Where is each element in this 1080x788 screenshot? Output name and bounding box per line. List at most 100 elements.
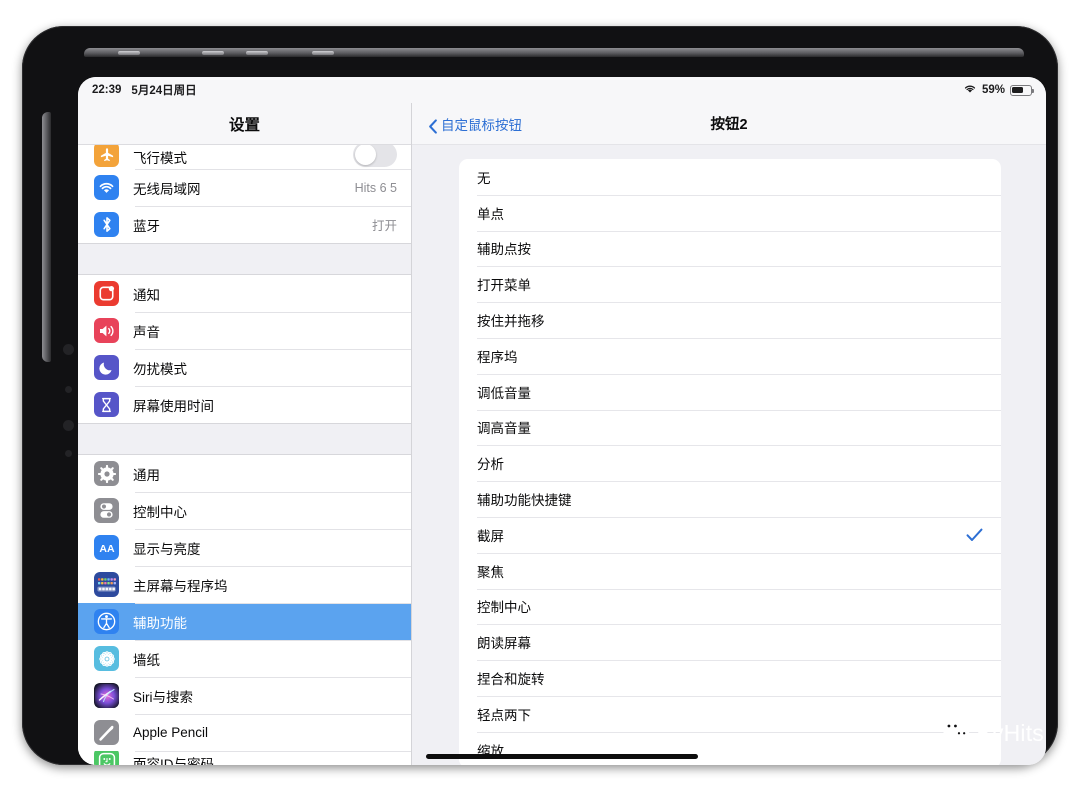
sidebar-group-separator <box>78 423 411 455</box>
option-row-打开菜单[interactable]: 打开菜单 <box>459 266 1001 302</box>
sidebar-item-label: 飞行模式 <box>133 151 187 166</box>
left-bezel-sensor-1 <box>63 344 74 355</box>
sidebar-title: 设置 <box>228 116 260 134</box>
hourglass-icon <box>94 392 119 417</box>
sidebar-item-屏幕使用时间[interactable]: 屏幕使用时间 <box>78 386 411 423</box>
airplane-icon <box>94 145 119 167</box>
notifications-icon <box>94 281 119 306</box>
device-left-edge <box>42 112 51 362</box>
option-row-聚焦[interactable]: 聚焦 <box>459 552 1001 589</box>
airplane-mode-toggle[interactable] <box>353 145 397 167</box>
face-id-icon <box>94 751 119 765</box>
option-label: 聚焦 <box>477 564 504 580</box>
checkmark-icon <box>966 528 983 542</box>
watermark: ByHits <box>941 718 1044 749</box>
option-label: 轻点两下 <box>477 707 531 723</box>
option-row-朗读屏幕[interactable]: 朗读屏幕 <box>459 624 1001 660</box>
sidebar-scroll-area[interactable]: 飞行模式无线局域网 Hits 6 5 蓝牙 打开通知 声音 勿扰模式屏幕使用时间 通用控制中… <box>78 145 411 765</box>
status-bar-right: 59% <box>963 83 1034 97</box>
option-label: 分析 <box>477 457 504 473</box>
top-edge-button-1 <box>118 51 140 55</box>
sidebar-item-label: 通用 <box>133 467 160 483</box>
sidebar-item-value: 打开 <box>371 219 397 233</box>
back-button[interactable]: 自定鼠标按钮 <box>428 114 522 134</box>
sidebar-group-separator <box>78 243 411 275</box>
option-list-card: 无单点辅助点按打开菜单按住并拖移程序坞调低音量调高音量分析辅助功能快捷键 截屏聚焦… <box>459 159 1001 765</box>
sidebar-item-label: 辅助功能 <box>133 615 187 631</box>
battery-percent-label: 59% <box>981 84 1005 96</box>
option-label: 辅助点按 <box>477 242 531 258</box>
sidebar-item-通知[interactable]: 通知 <box>78 275 411 312</box>
sidebar-item-蓝牙[interactable]: 蓝牙 打开 <box>78 206 411 243</box>
sidebar-item-辅助功能[interactable]: 辅助功能 <box>78 603 411 640</box>
option-row-辅助功能快捷键[interactable]: 辅助功能快捷键 <box>459 481 1001 517</box>
sidebar-group: 飞行模式无线局域网 Hits 6 5 蓝牙 打开 <box>78 145 411 243</box>
option-row-调低音量[interactable]: 调低音量 <box>459 373 1001 410</box>
option-row-控制中心[interactable]: 控制中心 <box>459 588 1001 625</box>
option-label: 打开菜单 <box>477 278 531 294</box>
detail-navigation-bar: 自定鼠标按钮 按钮2 <box>412 103 1046 145</box>
sidebar-item-label: 显示与亮度 <box>133 541 201 557</box>
home-indicator[interactable] <box>426 754 698 759</box>
watermark-text: ByHits <box>976 720 1044 746</box>
sidebar-item-声音[interactable]: 声音 <box>78 312 411 349</box>
option-label: 程序坞 <box>477 349 518 365</box>
option-row-轻点两下[interactable]: 轻点两下 <box>459 695 1001 732</box>
sidebar-item-勿扰模式[interactable]: 勿扰模式 <box>78 349 411 386</box>
option-row-调高音量[interactable]: 调高音量 <box>459 409 1001 446</box>
sidebar-item-label: 控制中心 <box>133 504 187 520</box>
bluetooth-icon <box>94 212 119 237</box>
sidebar-item-label: 主屏幕与程序坞 <box>133 578 228 594</box>
toggle-knob <box>355 145 376 165</box>
sidebar-item-Apple Pencil[interactable]: Apple Pencil <box>78 714 411 751</box>
battery-icon <box>1010 84 1034 96</box>
option-label: 按住并拖移 <box>477 314 545 330</box>
sidebar-item-label: Apple Pencil <box>133 725 209 740</box>
option-label: 捏合和旋转 <box>477 672 545 688</box>
sidebar-item-显示与亮度[interactable]: AA 显示与亮度 <box>78 529 411 566</box>
sidebar-item-label: 无线局域网 <box>133 181 201 197</box>
sidebar-item-墙纸[interactable]: 墙纸 <box>78 640 411 677</box>
option-row-按住并拖移[interactable]: 按住并拖移 <box>459 302 1001 338</box>
left-bezel-sensor-3 <box>63 420 74 431</box>
option-row-捏合和旋转[interactable]: 捏合和旋转 <box>459 660 1001 696</box>
sidebar-item-控制中心[interactable]: 控制中心 <box>78 492 411 529</box>
split-view: 设置 飞行模式 无线局域网 Hits 6 5 蓝牙 打开 通知 声音 勿扰模式 屏幕使用时间 通用… <box>78 103 1046 765</box>
ipad-screen: 22:39 5月24日周日 59% 设置 飞行模式 无线局域网 Hits 6 5… <box>78 77 1046 765</box>
sidebar-item-Siri与搜索[interactable]: Siri与搜索 <box>78 677 411 714</box>
option-row-分析[interactable]: 分析 <box>459 445 1001 481</box>
option-row-缩放[interactable]: 缩放 <box>459 731 1001 765</box>
option-label: 调高音量 <box>477 421 531 437</box>
sidebar-item-通用[interactable]: 通用 <box>78 455 411 492</box>
option-row-无[interactable]: 无 <box>459 159 1001 195</box>
status-time: 22:39 <box>92 84 122 96</box>
sidebar-item-label: 墙纸 <box>133 652 160 668</box>
detail-scroll-area[interactable]: 无单点辅助点按打开菜单按住并拖移程序坞调低音量调高音量分析辅助功能快捷键 截屏聚焦… <box>412 145 1046 765</box>
battery-cap <box>1032 89 1034 93</box>
ipad-device-frame: 22:39 5月24日周日 59% 设置 飞行模式 无线局域网 Hits 6 5… <box>22 26 1058 765</box>
chevron-left-icon <box>428 118 438 134</box>
top-edge-button-4 <box>312 51 334 55</box>
sidebar-item-value: Hits 6 5 <box>354 180 397 195</box>
back-button-label: 自定鼠标按钮 <box>441 117 522 133</box>
option-row-单点[interactable]: 单点 <box>459 194 1001 231</box>
sidebar-group: 通用控制中心 AA 显示与亮度主屏幕与程序坞 辅助功能墙纸 Siri与搜索 Apple P… <box>78 455 411 765</box>
status-bar: 22:39 5月24日周日 59% <box>78 77 1046 103</box>
left-bezel-sensor-4 <box>65 450 72 457</box>
sidebar-item-label: 屏幕使用时间 <box>133 398 214 414</box>
option-label: 控制中心 <box>477 600 531 616</box>
option-row-辅助点按[interactable]: 辅助点按 <box>459 230 1001 267</box>
sidebar-item-label: 面容ID与密码 <box>133 757 214 765</box>
status-bar-left: 22:39 5月24日周日 <box>92 82 197 98</box>
sidebar-item-主屏幕与程序坞[interactable]: 主屏幕与程序坞 <box>78 566 411 603</box>
sidebar-item-飞行模式[interactable]: 飞行模式 <box>78 145 411 169</box>
sound-icon <box>94 318 119 343</box>
option-label: 无 <box>477 170 491 186</box>
option-row-程序坞[interactable]: 程序坞 <box>459 337 1001 374</box>
option-label: 朗读屏幕 <box>477 636 531 652</box>
option-row-截屏[interactable]: 截屏 <box>459 516 1001 553</box>
status-date: 5月24日周日 <box>131 85 197 97</box>
settings-sidebar: 设置 飞行模式 无线局域网 Hits 6 5 蓝牙 打开 通知 声音 勿扰模式 屏幕使用时间 通用… <box>78 103 412 765</box>
sidebar-item-无线局域网[interactable]: 无线局域网 Hits 6 5 <box>78 169 411 206</box>
sidebar-item-面容ID与密码[interactable]: 面容ID与密码 <box>78 751 411 765</box>
